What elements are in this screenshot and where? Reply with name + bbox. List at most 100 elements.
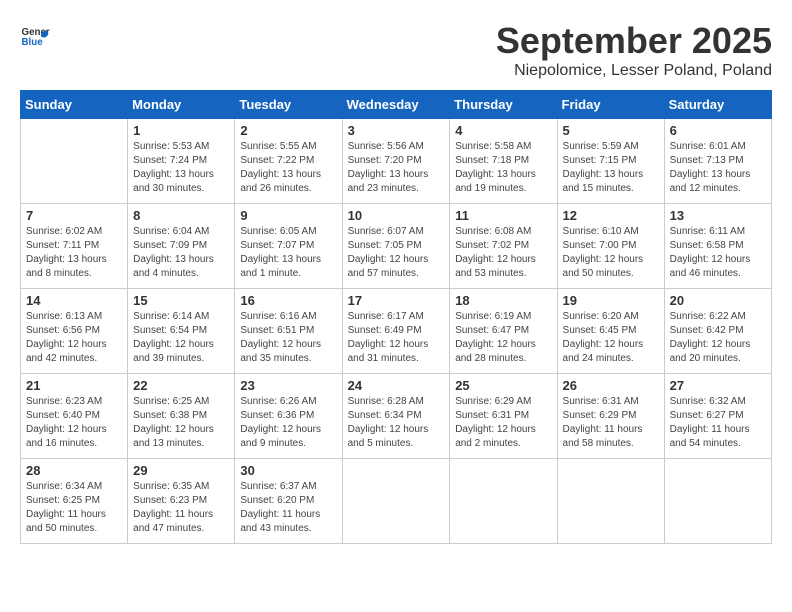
weekday-header-thursday: Thursday	[450, 91, 557, 119]
day-number: 22	[133, 378, 229, 393]
day-info: Sunrise: 6:37 AM Sunset: 6:20 PM Dayligh…	[240, 480, 336, 536]
day-number: 17	[348, 293, 445, 308]
weekday-header-friday: Friday	[557, 91, 664, 119]
calendar-cell: 23 Sunrise: 6:26 AM Sunset: 6:36 PM Dayli…	[235, 374, 342, 459]
calendar-cell: 14 Sunrise: 6:13 AM Sunset: 6:56 PM Dayli…	[21, 289, 128, 374]
calendar-cell: 20 Sunrise: 6:22 AM Sunset: 6:42 PM Dayli…	[664, 289, 771, 374]
day-number: 23	[240, 378, 336, 393]
day-number: 3	[348, 123, 445, 138]
weekday-header-monday: Monday	[128, 91, 235, 119]
calendar-cell: 7 Sunrise: 6:02 AM Sunset: 7:11 PM Daylig…	[21, 204, 128, 289]
calendar-cell	[21, 119, 128, 204]
day-number: 12	[563, 208, 659, 223]
calendar-cell: 27Sunrise: 6:32 AM Sunset: 6:27 PM Dayli…	[664, 374, 771, 459]
calendar-cell: 10 Sunrise: 6:07 AM Sunset: 7:05 PM Dayli…	[342, 204, 450, 289]
week-row-4: 21 Sunrise: 6:23 AM Sunset: 6:40 PM Dayli…	[21, 374, 772, 459]
day-number: 26	[563, 378, 659, 393]
svg-text:Blue: Blue	[22, 37, 44, 48]
calendar-cell: 2Sunrise: 5:55 AM Sunset: 7:22 PM Daylig…	[235, 119, 342, 204]
weekday-header-saturday: Saturday	[664, 91, 771, 119]
calendar-cell: 22 Sunrise: 6:25 AM Sunset: 6:38 PM Dayli…	[128, 374, 235, 459]
calendar-cell: 8Sunrise: 6:04 AM Sunset: 7:09 PM Daylig…	[128, 204, 235, 289]
day-number: 25	[455, 378, 551, 393]
logo-icon: General Blue	[20, 20, 50, 50]
calendar-cell: 6 Sunrise: 6:01 AM Sunset: 7:13 PM Daylig…	[664, 119, 771, 204]
day-info: Sunrise: 6:28 AM Sunset: 6:34 PM Dayligh…	[348, 395, 445, 451]
day-info: Sunrise: 6:19 AM Sunset: 6:47 PM Dayligh…	[455, 310, 551, 366]
week-row-3: 14 Sunrise: 6:13 AM Sunset: 6:56 PM Dayli…	[21, 289, 772, 374]
weekday-header-tuesday: Tuesday	[235, 91, 342, 119]
weekday-header-wednesday: Wednesday	[342, 91, 450, 119]
title-area: September 2025 Niepolomice, Lesser Polan…	[496, 20, 772, 80]
calendar-cell: 11 Sunrise: 6:08 AM Sunset: 7:02 PM Dayli…	[450, 204, 557, 289]
week-row-5: 28 Sunrise: 6:34 AM Sunset: 6:25 PM Dayli…	[21, 459, 772, 544]
calendar-cell: 1Sunrise: 5:53 AM Sunset: 7:24 PM Daylig…	[128, 119, 235, 204]
calendar-cell: 5 Sunrise: 5:59 AM Sunset: 7:15 PM Daylig…	[557, 119, 664, 204]
calendar-cell: 28 Sunrise: 6:34 AM Sunset: 6:25 PM Dayli…	[21, 459, 128, 544]
calendar-cell	[450, 459, 557, 544]
week-row-1: 1Sunrise: 5:53 AM Sunset: 7:24 PM Daylig…	[21, 119, 772, 204]
day-info: Sunrise: 6:16 AM Sunset: 6:51 PM Dayligh…	[240, 310, 336, 366]
calendar-cell: 16 Sunrise: 6:16 AM Sunset: 6:51 PM Dayli…	[235, 289, 342, 374]
day-info: Sunrise: 6:22 AM Sunset: 6:42 PM Dayligh…	[670, 310, 766, 366]
day-number: 18	[455, 293, 551, 308]
day-info: Sunrise: 6:13 AM Sunset: 6:56 PM Dayligh…	[26, 310, 122, 366]
day-number: 14	[26, 293, 122, 308]
location: Niepolomice, Lesser Poland, Poland	[496, 62, 772, 80]
day-info: Sunrise: 6:02 AM Sunset: 7:11 PM Dayligh…	[26, 225, 122, 281]
day-number: 4	[455, 123, 551, 138]
calendar-cell	[664, 459, 771, 544]
day-number: 2	[240, 123, 336, 138]
calendar-cell: 29Sunrise: 6:35 AM Sunset: 6:23 PM Dayli…	[128, 459, 235, 544]
calendar-cell: 17 Sunrise: 6:17 AM Sunset: 6:49 PM Dayli…	[342, 289, 450, 374]
day-info: Sunrise: 6:17 AM Sunset: 6:49 PM Dayligh…	[348, 310, 445, 366]
day-number: 19	[563, 293, 659, 308]
calendar-cell: 21 Sunrise: 6:23 AM Sunset: 6:40 PM Dayli…	[21, 374, 128, 459]
logo: General Blue	[20, 20, 50, 50]
calendar-cell: 18 Sunrise: 6:19 AM Sunset: 6:47 PM Dayli…	[450, 289, 557, 374]
header: General Blue September 2025 Niepolomice,…	[20, 20, 772, 80]
day-info: Sunrise: 6:01 AM Sunset: 7:13 PM Dayligh…	[670, 140, 766, 196]
day-info: Sunrise: 6:26 AM Sunset: 6:36 PM Dayligh…	[240, 395, 336, 451]
day-number: 11	[455, 208, 551, 223]
calendar-cell: 4 Sunrise: 5:58 AM Sunset: 7:18 PM Daylig…	[450, 119, 557, 204]
day-number: 13	[670, 208, 766, 223]
day-number: 9	[240, 208, 336, 223]
day-info: Sunrise: 5:58 AM Sunset: 7:18 PM Dayligh…	[455, 140, 551, 196]
day-number: 28	[26, 463, 122, 478]
day-number: 15	[133, 293, 229, 308]
day-number: 20	[670, 293, 766, 308]
calendar-cell: 12Sunrise: 6:10 AM Sunset: 7:00 PM Dayli…	[557, 204, 664, 289]
calendar: SundayMondayTuesdayWednesdayThursdayFrid…	[20, 90, 772, 544]
day-number: 27	[670, 378, 766, 393]
calendar-cell: 26 Sunrise: 6:31 AM Sunset: 6:29 PM Dayli…	[557, 374, 664, 459]
weekday-header-row: SundayMondayTuesdayWednesdayThursdayFrid…	[21, 91, 772, 119]
day-info: Sunrise: 6:23 AM Sunset: 6:40 PM Dayligh…	[26, 395, 122, 451]
day-info: Sunrise: 6:34 AM Sunset: 6:25 PM Dayligh…	[26, 480, 122, 536]
day-number: 6	[670, 123, 766, 138]
calendar-cell	[342, 459, 450, 544]
day-number: 29	[133, 463, 229, 478]
calendar-cell: 13Sunrise: 6:11 AM Sunset: 6:58 PM Dayli…	[664, 204, 771, 289]
day-number: 21	[26, 378, 122, 393]
day-info: Sunrise: 6:25 AM Sunset: 6:38 PM Dayligh…	[133, 395, 229, 451]
calendar-cell: 24Sunrise: 6:28 AM Sunset: 6:34 PM Dayli…	[342, 374, 450, 459]
day-number: 30	[240, 463, 336, 478]
day-number: 16	[240, 293, 336, 308]
day-info: Sunrise: 6:08 AM Sunset: 7:02 PM Dayligh…	[455, 225, 551, 281]
day-number: 1	[133, 123, 229, 138]
calendar-cell: 15Sunrise: 6:14 AM Sunset: 6:54 PM Dayli…	[128, 289, 235, 374]
day-number: 8	[133, 208, 229, 223]
month-title: September 2025	[496, 20, 772, 62]
day-number: 7	[26, 208, 122, 223]
calendar-cell: 9Sunrise: 6:05 AM Sunset: 7:07 PM Daylig…	[235, 204, 342, 289]
day-number: 10	[348, 208, 445, 223]
day-info: Sunrise: 5:56 AM Sunset: 7:20 PM Dayligh…	[348, 140, 445, 196]
calendar-cell: 19Sunrise: 6:20 AM Sunset: 6:45 PM Dayli…	[557, 289, 664, 374]
day-number: 5	[563, 123, 659, 138]
calendar-cell	[557, 459, 664, 544]
day-info: Sunrise: 6:07 AM Sunset: 7:05 PM Dayligh…	[348, 225, 445, 281]
day-info: Sunrise: 5:59 AM Sunset: 7:15 PM Dayligh…	[563, 140, 659, 196]
calendar-cell: 3 Sunrise: 5:56 AM Sunset: 7:20 PM Daylig…	[342, 119, 450, 204]
day-info: Sunrise: 6:31 AM Sunset: 6:29 PM Dayligh…	[563, 395, 659, 451]
